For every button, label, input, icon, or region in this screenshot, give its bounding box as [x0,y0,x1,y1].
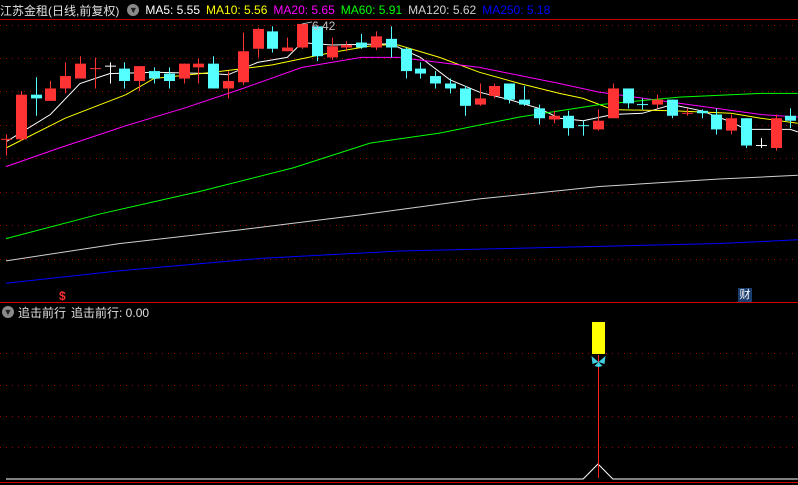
candle-body [534,108,545,119]
indicator-value: 追击前行: 0.00 [71,305,150,320]
candle-body [238,51,249,83]
indicator-header: ▼ 追击前行 追击前行: 0.00 [0,304,149,320]
candle-body [267,31,278,49]
candle-body [164,73,175,82]
chevron-down-icon[interactable]: ▼ [2,306,14,318]
candle-body [519,99,530,105]
candle-body [31,94,42,99]
candle-body [415,68,426,74]
ma-line-ma60 [5,92,798,240]
candle-body [430,76,441,84]
candle-body [563,115,574,129]
candle-body [697,110,708,114]
candle-body [208,63,219,89]
indicator-name: 追击前行 [18,305,67,320]
indicator-line [6,463,798,480]
candle-body [504,83,515,100]
candle-body [623,88,634,104]
candle-body [193,63,204,68]
dollar-marker-icon[interactable]: $ [59,289,66,303]
candle-body [771,118,782,149]
candle-body [593,120,604,130]
candle-body [711,114,722,130]
candle-body [179,63,190,79]
candle-body [652,99,663,105]
finance-marker-icon[interactable]: 财 [738,288,752,302]
candle-body [608,88,619,119]
ma-line-ma120 [5,174,798,262]
candlestick-chart[interactable]: 6.42 [0,0,798,485]
candle-body [386,38,397,48]
candle-body [253,28,264,49]
candle-body [726,118,737,131]
signal-bar [592,322,605,354]
candle-body [282,47,293,52]
candle-body [149,71,160,79]
candle-body [667,99,678,116]
candle-body [489,85,500,96]
candle-body [16,94,27,140]
candle-body [741,118,752,146]
candle-body [134,66,145,82]
high-label-pointer [301,21,313,25]
candle-body [223,81,234,89]
candle-body [460,88,471,106]
candle-body [45,88,56,101]
candle-body [119,68,130,82]
candle-body [75,63,86,79]
candle-body [341,45,352,48]
candle-body [371,36,382,48]
candle-body [445,83,456,89]
candle-body [549,115,560,120]
candle-body [60,76,71,89]
ma-line-ma250 [5,239,798,284]
candle-body [327,46,338,58]
candle-body [401,48,412,72]
candle-body [785,115,796,121]
candle-body [356,42,367,48]
candle-body [297,23,308,48]
candle-body [475,98,486,105]
high-price-label: 6.42 [312,19,336,33]
